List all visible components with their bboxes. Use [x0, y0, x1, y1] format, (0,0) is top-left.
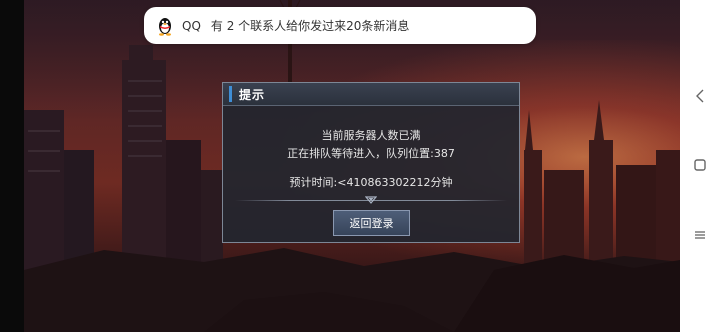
- server-full-text: 当前服务器人数已满: [321, 129, 421, 142]
- return-to-login-button[interactable]: 返回登录: [333, 210, 410, 236]
- queue-dialog: 提示 当前服务器人数已满 正在排队等待进入，队列位置:387 预计时间:<410…: [222, 82, 520, 243]
- hamburger-menu-icon[interactable]: [690, 225, 710, 245]
- dialog-title: 提示: [239, 88, 266, 102]
- divider-chevron-icon: [365, 196, 377, 204]
- system-navigation-bar: [680, 0, 720, 332]
- square-home-icon[interactable]: [690, 155, 710, 175]
- dialog-header: 提示: [223, 83, 519, 106]
- qq-notification-banner[interactable]: QQ 有 2 个联系人给你发过来20条新消息: [144, 7, 536, 44]
- screen: QQ 有 2 个联系人给你发过来20条新消息 提示 当前服务器人数已满 正在排队…: [0, 0, 720, 332]
- notification-message: 有 2 个联系人给你发过来20条新消息: [210, 19, 410, 33]
- back-chevron-icon[interactable]: [690, 86, 710, 106]
- notification-app-name: QQ: [182, 18, 201, 33]
- estimated-time-text: 预计时间:<410863302212分钟: [289, 176, 453, 189]
- dialog-title-accent: [229, 86, 232, 102]
- queue-position-text: 正在排队等待进入，队列位置:387: [287, 147, 455, 160]
- qq-penguin-icon: [159, 17, 171, 36]
- left-bezel: [0, 0, 24, 332]
